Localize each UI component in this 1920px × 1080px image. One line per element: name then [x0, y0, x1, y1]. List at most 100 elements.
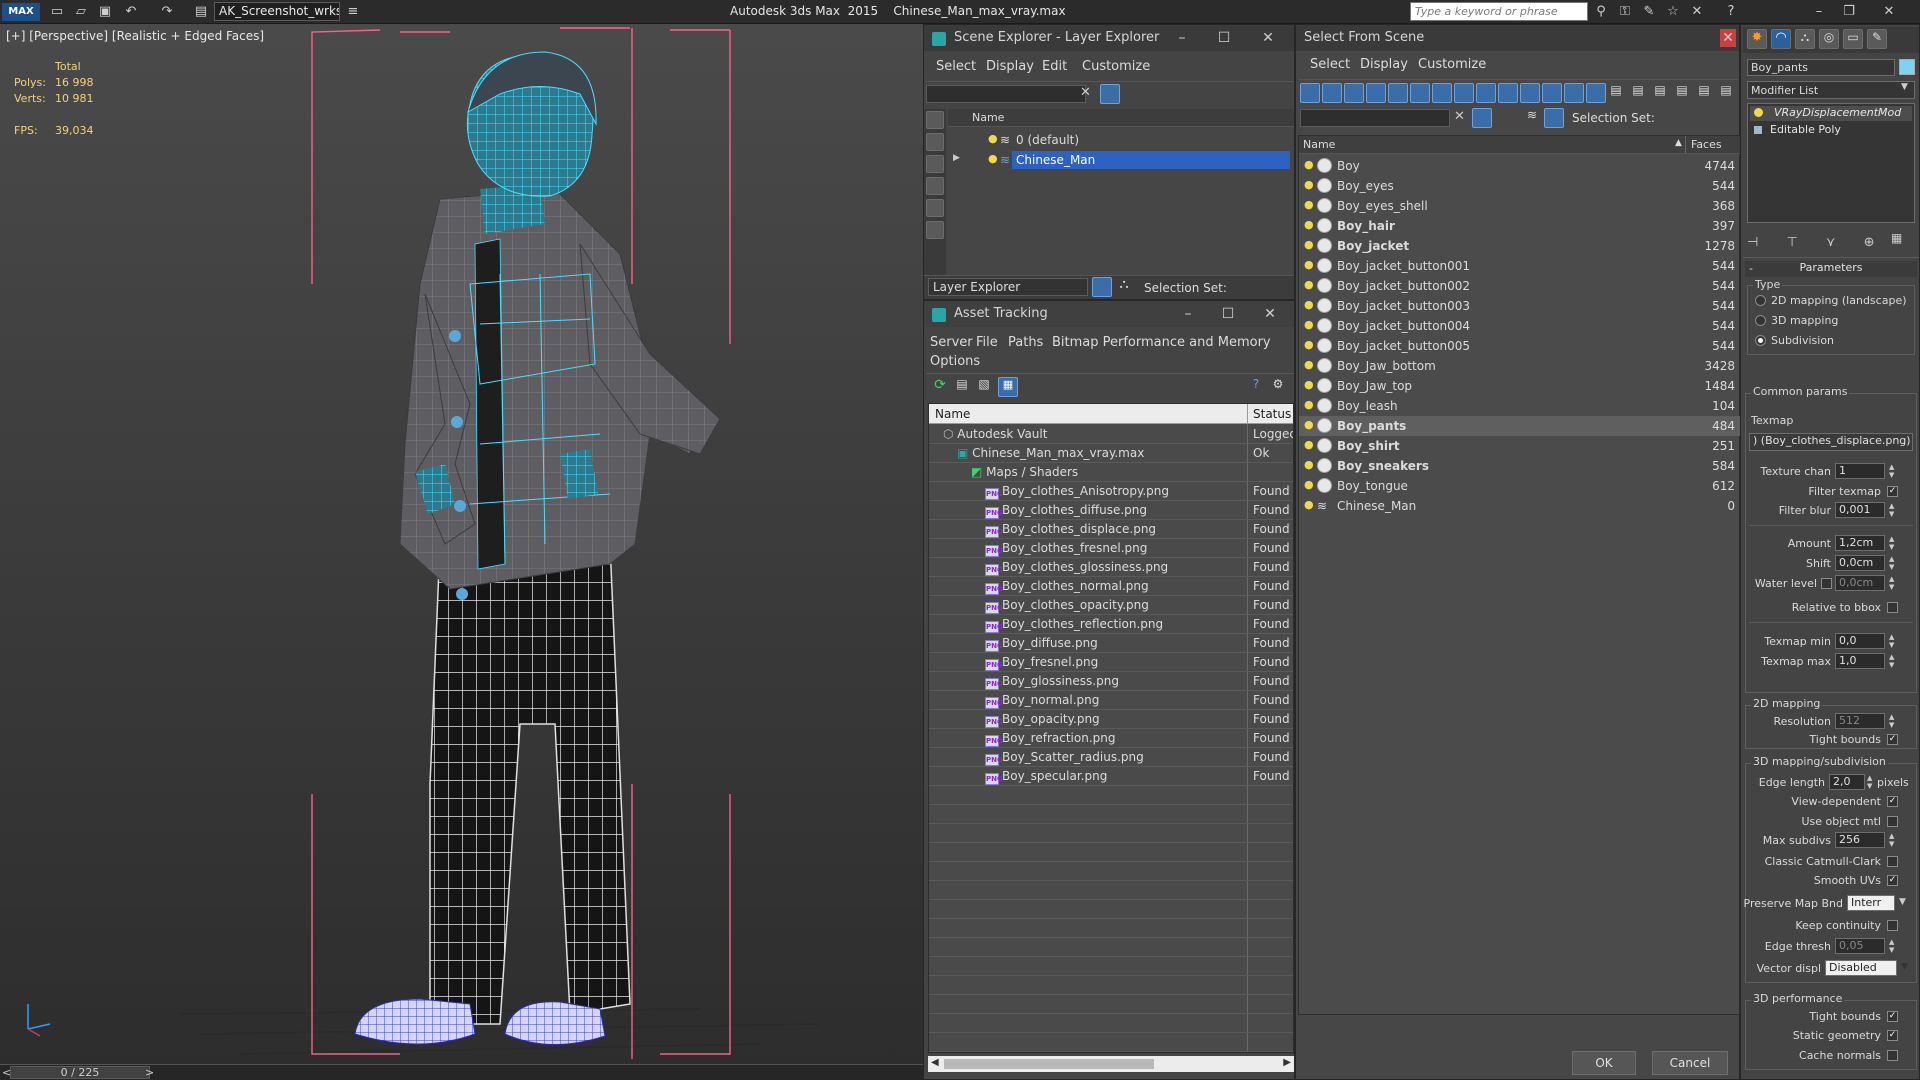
scene-object-row[interactable]: ● Boy_Jaw_bottom 3428 — [1299, 356, 1741, 376]
light-bulb-icon[interactable]: ● — [1304, 379, 1314, 391]
menu-file[interactable]: File — [976, 335, 998, 350]
maximize-icon[interactable]: ☐ — [1218, 305, 1238, 323]
settings-icon[interactable]: ⚙ — [1268, 377, 1288, 397]
light-bulb-icon[interactable]: ● — [1304, 439, 1314, 451]
modifier-on-icon[interactable] — [1754, 108, 1763, 117]
asset-row[interactable]: ◩ Maps / Shaders — [929, 462, 1293, 482]
filter-icon[interactable] — [1472, 108, 1492, 128]
display-shapes-icon[interactable] — [1344, 83, 1364, 103]
undo-icon[interactable]: ↶ — [122, 3, 140, 21]
stack-item-vray-displacement[interactable]: VRayDisplacementMod — [1750, 106, 1912, 121]
light-bulb-icon[interactable]: ● — [1304, 319, 1314, 331]
asset-row[interactable]: PNGBoy_clothes_displace.png Found — [929, 519, 1293, 539]
menu-display[interactable]: Display — [986, 59, 1034, 74]
max-subdivs-field[interactable]: 256 — [1835, 832, 1885, 848]
static-geometry-checkbox[interactable]: ✓ — [1887, 1030, 1898, 1041]
scene-object-row[interactable]: ● Boy_jacket_button004 544 — [1299, 316, 1741, 336]
display-none-icon[interactable] — [1300, 83, 1320, 103]
menu-display[interactable]: Display — [1360, 57, 1408, 72]
classic-catmull-clark-checkbox[interactable] — [1887, 856, 1898, 867]
spinner-icon[interactable]: ▲ ▼ — [1889, 575, 1897, 591]
display-shapes-icon[interactable] — [926, 155, 944, 173]
scene-object-row[interactable]: ● Boy_jacket 1278 — [1299, 236, 1741, 256]
select-filter-icon[interactable]: ▤ — [1672, 83, 1692, 103]
modify-tab-icon[interactable]: ◠ — [1771, 29, 1791, 49]
tight-bounds-2d-checkbox[interactable]: ✓ — [1887, 734, 1898, 745]
radio-2d-mapping[interactable] — [1755, 295, 1766, 306]
asset-row[interactable]: ▣ Chinese_Man_max_vray.max Ok — [929, 443, 1293, 463]
filter-texmap-checkbox[interactable]: ✓ — [1887, 486, 1898, 497]
spinner-icon[interactable]: ▲ ▼ — [1889, 535, 1897, 551]
scene-object-row[interactable]: ● Boy_Jaw_top 1484 — [1299, 376, 1741, 396]
light-bulb-icon[interactable]: ● — [1304, 199, 1314, 211]
display-helpers-icon[interactable] — [1410, 83, 1430, 103]
scene-object-row[interactable]: ● ≋ Chinese_Man 0 — [1299, 496, 1741, 516]
display-geometry-icon[interactable] — [1322, 83, 1342, 103]
display-cameras-icon[interactable] — [1388, 83, 1408, 103]
modifier-list-dropdown[interactable]: Modifier List — [1747, 81, 1915, 99]
hierarchy-icon[interactable]: ⛬ — [1114, 277, 1134, 297]
refresh-icon[interactable]: ⟳ — [930, 377, 950, 397]
horizontal-scrollbar[interactable]: ◀ ▶ — [928, 1056, 1294, 1072]
asset-row[interactable]: PNGBoy_refraction.png Found — [929, 728, 1293, 748]
hierarchy-view-icon[interactable]: ▤ — [1694, 83, 1714, 103]
tight-bounds-3d-checkbox[interactable]: ✓ — [1887, 1011, 1898, 1022]
display-hidden-icon[interactable] — [1564, 83, 1584, 103]
scene-object-row[interactable]: ● Boy_eyes 544 — [1299, 176, 1741, 196]
light-bulb-icon[interactable]: ● — [1304, 239, 1314, 251]
scene-object-row[interactable]: ● Boy_sneakers 584 — [1299, 456, 1741, 476]
scroll-left-icon[interactable]: ◀ — [931, 1057, 939, 1068]
vector-displ-dropdown[interactable]: Disabled — [1825, 960, 1897, 976]
scroll-right-icon[interactable]: ▶ — [1283, 1057, 1291, 1068]
asset-row[interactable]: PNGBoy_specular.png Found — [929, 766, 1293, 786]
light-bulb-icon[interactable]: ● — [1304, 479, 1314, 491]
keep-continuity-checkbox[interactable] — [1887, 920, 1898, 931]
water-level-checkbox[interactable] — [1821, 578, 1832, 589]
light-bulb-icon[interactable]: ● — [1304, 339, 1314, 351]
new-file-icon[interactable]: ▭ — [48, 3, 66, 21]
binoculars-icon[interactable]: ⚲ — [1592, 3, 1610, 21]
subscription-icon[interactable]: ✎ — [1640, 3, 1658, 21]
project-icon[interactable]: ▤ — [192, 3, 210, 21]
light-bulb-icon[interactable]: ● — [1304, 259, 1314, 271]
scene-object-row[interactable]: ● Boy_pants 484 — [1299, 416, 1741, 436]
light-bulb-icon[interactable]: ● — [1304, 299, 1314, 311]
asset-row[interactable]: ⬡ Autodesk Vault Logged — [929, 424, 1293, 444]
create-tab-icon[interactable]: ✸ — [1747, 29, 1767, 49]
asset-row[interactable]: PNGBoy_clothes_fresnel.png Found — [929, 538, 1293, 558]
scene-object-row[interactable]: ● Boy_jacket_button001 544 — [1299, 256, 1741, 276]
table-view-icon[interactable]: ▦ — [998, 377, 1018, 397]
asset-row[interactable]: PNGBoy_clothes_glossiness.png Found — [929, 557, 1293, 577]
app-logo-icon[interactable]: MAX — [2, 3, 40, 21]
menu-customize[interactable]: Customize — [1082, 59, 1150, 74]
sort-asc-icon[interactable]: ▲ — [1675, 138, 1682, 148]
asset-row[interactable]: PNGBoy_glossiness.png Found — [929, 671, 1293, 691]
keyword-search-input[interactable]: Type a keyword or phrase — [1410, 2, 1588, 21]
menu-server[interactable]: Server — [930, 335, 973, 350]
menu-customize[interactable]: Customize — [1418, 57, 1486, 72]
scene-object-row[interactable]: ● Boy_jacket_button002 544 — [1299, 276, 1741, 296]
amount-field[interactable]: 1,2cm — [1835, 535, 1885, 551]
light-bulb-icon[interactable]: ● — [988, 153, 998, 165]
columns-icon[interactable]: ▤ — [1628, 83, 1648, 103]
maximize-icon[interactable]: ☐ — [1214, 29, 1234, 47]
help-icon[interactable]: ? — [1246, 377, 1266, 397]
spinner-icon[interactable]: ▲ ▼ — [1889, 938, 1897, 954]
display-spacewarps-icon[interactable] — [1432, 83, 1452, 103]
asset-row[interactable]: PNGBoy_clothes_diffuse.png Found — [929, 500, 1293, 520]
thumbnail-view-icon[interactable]: ▧ — [974, 377, 994, 397]
layer-tools-icon[interactable] — [1122, 84, 1142, 104]
menu-paths[interactable]: Paths — [1008, 335, 1043, 350]
scene-object-row[interactable]: ● Boy 4744 — [1299, 156, 1741, 176]
asset-row[interactable]: PNGBoy_clothes_reflection.png Found — [929, 614, 1293, 634]
cancel-button[interactable]: Cancel — [1652, 1051, 1728, 1075]
menu-edit[interactable]: Edit — [1042, 59, 1067, 74]
object-color-swatch[interactable] — [1899, 59, 1915, 75]
display-groups-icon[interactable] — [1454, 83, 1474, 103]
layer-row-default[interactable]: ● ≋ 0 (default) — [948, 130, 1294, 150]
col-name[interactable]: Name — [1303, 138, 1335, 151]
character-model[interactable] — [0, 24, 923, 1064]
scene-object-row[interactable]: ● Boy_shirt 251 — [1299, 436, 1741, 456]
asset-row[interactable]: PNGBoy_Scatter_radius.png Found — [929, 747, 1293, 767]
sort-icon[interactable]: ▤ — [1650, 83, 1670, 103]
